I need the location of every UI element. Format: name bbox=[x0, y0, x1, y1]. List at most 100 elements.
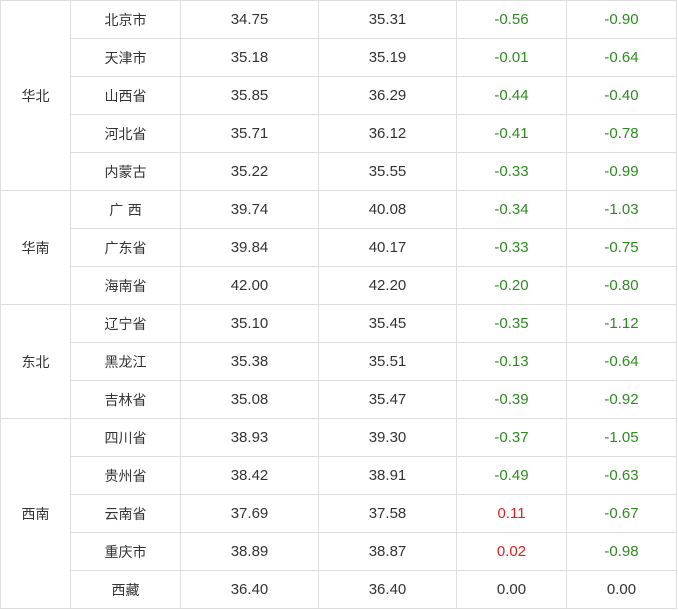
table-row: 内蒙古 35.22 35.55 -0.33 -0.99 bbox=[1, 152, 677, 191]
price-current-cell: 39.84 bbox=[180, 228, 319, 267]
table-row: 西藏 36.40 36.40 0.00 0.00 bbox=[1, 570, 677, 609]
change-1-cell: -0.35 bbox=[456, 304, 567, 343]
change-2-cell: -0.80 bbox=[566, 266, 677, 305]
change-1-cell: -0.20 bbox=[456, 266, 567, 305]
price-previous-cell: 40.17 bbox=[318, 228, 457, 267]
price-current-cell: 37.69 bbox=[180, 494, 319, 533]
table-row: 黑龙江 35.38 35.51 -0.13 -0.64 bbox=[1, 342, 677, 381]
table-body: 华北 北京市 34.75 35.31 -0.56 -0.90 天津市 35.18 35.19 -0… bbox=[0, 0, 677, 609]
province-cell: 河北省 bbox=[70, 114, 181, 153]
change-1-cell: -0.44 bbox=[456, 76, 567, 115]
province-cell: 辽宁省 bbox=[70, 304, 181, 343]
table-row: 河北省 35.71 36.12 -0.41 -0.78 bbox=[1, 114, 677, 153]
table-row: 吉林省 35.08 35.47 -0.39 -0.92 bbox=[1, 380, 677, 419]
price-current-cell: 35.08 bbox=[180, 380, 319, 419]
region-cell: 华南 bbox=[0, 190, 71, 305]
change-2-cell: -0.40 bbox=[566, 76, 677, 115]
price-previous-cell: 36.29 bbox=[318, 76, 457, 115]
change-1-cell: 0.02 bbox=[456, 532, 567, 571]
change-1-cell: -0.34 bbox=[456, 190, 567, 229]
table-row: 海南省 42.00 42.20 -0.20 -0.80 bbox=[1, 266, 677, 305]
price-current-cell: 35.10 bbox=[180, 304, 319, 343]
province-cell: 四川省 bbox=[70, 418, 181, 457]
price-current-cell: 35.22 bbox=[180, 152, 319, 191]
change-2-cell: -1.05 bbox=[566, 418, 677, 457]
price-previous-cell: 35.31 bbox=[318, 0, 457, 39]
change-2-cell: -0.92 bbox=[566, 380, 677, 419]
price-previous-cell: 38.87 bbox=[318, 532, 457, 571]
province-cell: 云南省 bbox=[70, 494, 181, 533]
change-1-cell: -0.01 bbox=[456, 38, 567, 77]
price-current-cell: 35.71 bbox=[180, 114, 319, 153]
price-previous-cell: 38.91 bbox=[318, 456, 457, 495]
price-previous-cell: 37.58 bbox=[318, 494, 457, 533]
price-current-cell: 39.74 bbox=[180, 190, 319, 229]
price-current-cell: 38.42 bbox=[180, 456, 319, 495]
province-cell: 内蒙古 bbox=[70, 152, 181, 191]
price-current-cell: 38.89 bbox=[180, 532, 319, 571]
price-previous-cell: 35.51 bbox=[318, 342, 457, 381]
table-row: 云南省 37.69 37.58 0.11 -0.67 bbox=[1, 494, 677, 533]
change-2-cell: -0.78 bbox=[566, 114, 677, 153]
change-2-cell: -1.12 bbox=[566, 304, 677, 343]
province-cell: 吉林省 bbox=[70, 380, 181, 419]
province-cell: 海南省 bbox=[70, 266, 181, 305]
price-previous-cell: 35.47 bbox=[318, 380, 457, 419]
change-1-cell: -0.56 bbox=[456, 0, 567, 39]
change-1-cell: -0.37 bbox=[456, 418, 567, 457]
change-1-cell: -0.49 bbox=[456, 456, 567, 495]
table-row: 重庆市 38.89 38.87 0.02 -0.98 bbox=[1, 532, 677, 571]
price-previous-cell: 39.30 bbox=[318, 418, 457, 457]
price-current-cell: 36.40 bbox=[180, 570, 319, 609]
province-cell: 重庆市 bbox=[70, 532, 181, 571]
change-1-cell: -0.39 bbox=[456, 380, 567, 419]
change-2-cell: -1.03 bbox=[566, 190, 677, 229]
change-2-cell: -0.90 bbox=[566, 0, 677, 39]
region-cell: 东北 bbox=[0, 304, 71, 419]
region-cell: 西南 bbox=[0, 418, 71, 609]
price-previous-cell: 36.40 bbox=[318, 570, 457, 609]
price-current-cell: 35.38 bbox=[180, 342, 319, 381]
change-1-cell: -0.13 bbox=[456, 342, 567, 381]
price-previous-cell: 40.08 bbox=[318, 190, 457, 229]
region-cell: 华北 bbox=[0, 0, 71, 191]
change-2-cell: -0.99 bbox=[566, 152, 677, 191]
table-row: 西南 四川省 38.93 39.30 -0.37 -1.05 bbox=[0, 418, 677, 609]
price-previous-cell: 35.19 bbox=[318, 38, 457, 77]
price-current-cell: 35.18 bbox=[180, 38, 319, 77]
province-cell: 北京市 bbox=[70, 0, 181, 39]
price-current-cell: 35.85 bbox=[180, 76, 319, 115]
change-2-cell: -0.67 bbox=[566, 494, 677, 533]
change-2-cell: 0.00 bbox=[566, 570, 677, 609]
province-cell: 广 西 bbox=[70, 190, 181, 229]
change-1-cell: -0.33 bbox=[456, 228, 567, 267]
price-current-cell: 42.00 bbox=[180, 266, 319, 305]
table-row: 天津市 35.18 35.19 -0.01 -0.64 bbox=[1, 38, 677, 77]
province-cell: 西藏 bbox=[70, 570, 181, 609]
table-row: 广东省 39.84 40.17 -0.33 -0.75 bbox=[1, 228, 677, 267]
table-row: 华南广 西 39.74 40.08 -0.34 -1.03 bbox=[0, 190, 677, 305]
price-previous-cell: 35.45 bbox=[318, 304, 457, 343]
change-2-cell: -0.64 bbox=[566, 38, 677, 77]
table-row: 山西省 35.85 36.29 -0.44 -0.40 bbox=[1, 76, 677, 115]
province-cell: 山西省 bbox=[70, 76, 181, 115]
table-row: 东北 辽宁省 35.10 35.45 -0.35 -1.12 bbox=[0, 304, 677, 419]
change-2-cell: -0.98 bbox=[566, 532, 677, 571]
change-1-cell: 0.11 bbox=[456, 494, 567, 533]
province-cell: 黑龙江 bbox=[70, 342, 181, 381]
price-current-cell: 34.75 bbox=[180, 0, 319, 39]
table-row: 华北 北京市 34.75 35.31 -0.56 -0.90 bbox=[0, 0, 677, 191]
price-previous-cell: 42.20 bbox=[318, 266, 457, 305]
province-cell: 贵州省 bbox=[70, 456, 181, 495]
change-1-cell: -0.41 bbox=[456, 114, 567, 153]
province-cell: 天津市 bbox=[70, 38, 181, 77]
price-previous-cell: 35.55 bbox=[318, 152, 457, 191]
change-2-cell: -0.75 bbox=[566, 228, 677, 267]
change-2-cell: -0.63 bbox=[566, 456, 677, 495]
change-1-cell: -0.33 bbox=[456, 152, 567, 191]
price-previous-cell: 36.12 bbox=[318, 114, 457, 153]
province-cell: 广东省 bbox=[70, 228, 181, 267]
change-2-cell: -0.64 bbox=[566, 342, 677, 381]
table-row: 贵州省 38.42 38.91 -0.49 -0.63 bbox=[1, 456, 677, 495]
price-table: 华北 北京市 34.75 35.31 -0.56 -0.90 天津市 35.18 35.19 -0… bbox=[0, 0, 677, 609]
